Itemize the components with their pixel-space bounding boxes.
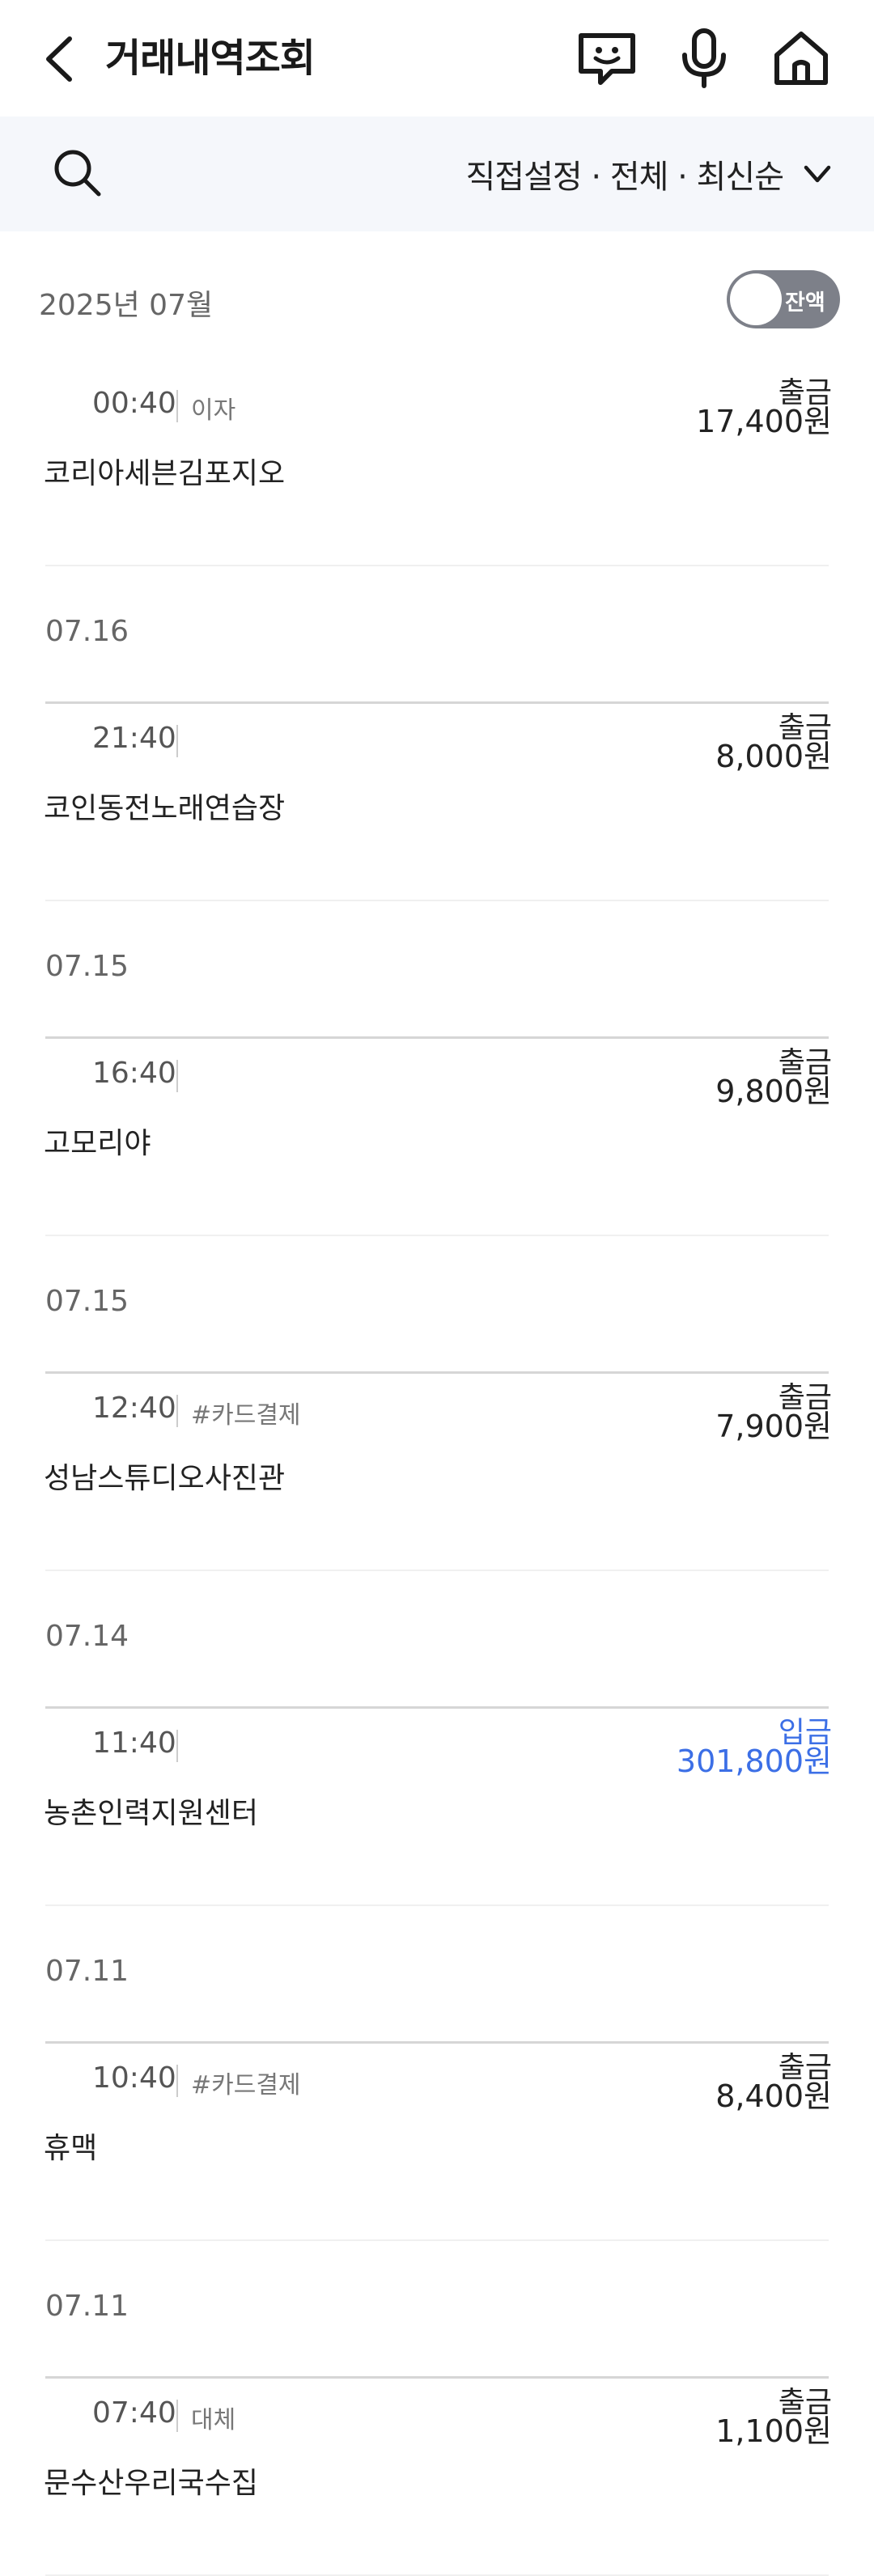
date-header: 07.15 bbox=[0, 1236, 874, 1374]
transaction-tag: #카드결제 bbox=[191, 2071, 301, 2099]
date-header: 07.11 bbox=[0, 1906, 874, 2044]
transaction-row[interactable]: 07:40 대체 출금 1,100원 문수산우리국수집 bbox=[0, 2379, 874, 2576]
transaction-time: 10:40 bbox=[92, 2061, 176, 2095]
time-separator bbox=[176, 2400, 178, 2432]
transaction-amount: 1,100원 bbox=[715, 2413, 832, 2449]
filter-dropdown[interactable]: 직접설정 · 전체 · 최신순 bbox=[466, 146, 834, 202]
back-button[interactable] bbox=[39, 31, 79, 87]
transaction-tag: #카드결제 bbox=[191, 1401, 301, 1430]
transaction-amount: 8,000원 bbox=[715, 739, 832, 774]
time-separator bbox=[176, 2065, 178, 2097]
microphone-icon bbox=[682, 28, 726, 88]
date-label: 07.14 bbox=[45, 1620, 129, 1653]
transaction-row[interactable]: 21:40 출금 8,000원 코인동전노래연습장 bbox=[0, 704, 874, 901]
transaction-row[interactable]: 10:40 #카드결제 출금 8,400원 휴맥 bbox=[0, 2044, 874, 2241]
transaction-time: 11:40 bbox=[92, 1727, 176, 1760]
date-header: 07.15 bbox=[0, 901, 874, 1039]
date-label: 07.11 bbox=[45, 1955, 129, 1988]
transaction-time: 16:40 bbox=[92, 1057, 176, 1090]
transaction-name: 코인동전노래연습장 bbox=[44, 792, 286, 825]
transaction-name: 휴맥 bbox=[44, 2132, 98, 2165]
transaction-tag: 이자 bbox=[191, 396, 236, 425]
time-separator bbox=[176, 1730, 178, 1762]
time-separator bbox=[176, 390, 178, 422]
transaction-time: 12:40 bbox=[92, 1392, 176, 1425]
toggle-label: 잔액 bbox=[785, 290, 825, 316]
date-header: 07.11 bbox=[0, 2241, 874, 2379]
home-icon bbox=[774, 32, 828, 85]
transaction-time: 21:40 bbox=[92, 722, 176, 755]
voice-button[interactable] bbox=[670, 24, 738, 92]
transaction-tag: 대체 bbox=[191, 2406, 236, 2434]
date-header: 07.16 bbox=[0, 566, 874, 704]
transaction-amount: 7,900원 bbox=[715, 1409, 832, 1444]
search-button[interactable] bbox=[49, 144, 107, 202]
page-title: 거래내역조회 bbox=[105, 36, 316, 81]
transaction-name: 코리아세븐김포지오 bbox=[44, 457, 286, 490]
back-icon bbox=[46, 36, 72, 82]
transaction-name: 성남스튜디오사진관 bbox=[44, 1462, 286, 1495]
time-separator bbox=[176, 1395, 178, 1427]
transaction-name: 농촌인력지원센터 bbox=[44, 1797, 258, 1830]
date-label: 07.15 bbox=[45, 1285, 129, 1318]
balance-toggle[interactable]: 잔액 bbox=[727, 270, 840, 328]
toggle-knob bbox=[730, 273, 782, 325]
date-label: 07.15 bbox=[45, 950, 129, 983]
transaction-list: 2025년 07월 잔액 00:40 이자 출금 17,400원 코리아세븐김포… bbox=[0, 231, 874, 2576]
transaction-amount: 8,400원 bbox=[715, 2078, 832, 2114]
chevron-down-icon bbox=[804, 165, 831, 183]
month-label: 2025년 07월 bbox=[39, 289, 214, 322]
date-label: 07.16 bbox=[45, 615, 129, 648]
transaction-amount: 9,800원 bbox=[715, 1074, 832, 1109]
filter-label: 직접설정 · 전체 · 최신순 bbox=[465, 159, 784, 196]
time-separator bbox=[176, 725, 178, 757]
month-row: 2025년 07월 잔액 bbox=[0, 231, 874, 369]
home-button[interactable] bbox=[767, 24, 835, 92]
search-icon bbox=[54, 150, 101, 197]
transaction-time: 07:40 bbox=[92, 2396, 176, 2430]
transaction-name: 문수산우리국수집 bbox=[44, 2467, 258, 2500]
transaction-name: 고모리야 bbox=[44, 1127, 151, 1160]
transaction-row[interactable]: 11:40 입금 301,800원 농촌인력지원센터 bbox=[0, 1709, 874, 1906]
transaction-row[interactable]: 12:40 #카드결제 출금 7,900원 성남스튜디오사진관 bbox=[0, 1374, 874, 1571]
app-header: 거래내역조회 bbox=[0, 0, 874, 117]
transaction-time: 00:40 bbox=[92, 387, 176, 420]
chatbot-button[interactable] bbox=[573, 24, 641, 92]
time-separator bbox=[176, 1060, 178, 1092]
transaction-amount: 17,400원 bbox=[696, 404, 832, 439]
transaction-row[interactable]: 00:40 이자 출금 17,400원 코리아세븐김포지오 bbox=[0, 369, 874, 566]
filter-bar: 직접설정 · 전체 · 최신순 bbox=[0, 117, 874, 231]
date-header: 07.14 bbox=[0, 1571, 874, 1709]
transaction-row[interactable]: 16:40 출금 9,800원 고모리야 bbox=[0, 1039, 874, 1236]
chatbot-icon bbox=[579, 33, 635, 85]
date-label: 07.11 bbox=[45, 2290, 129, 2323]
transaction-amount: 301,800원 bbox=[676, 1743, 832, 1779]
